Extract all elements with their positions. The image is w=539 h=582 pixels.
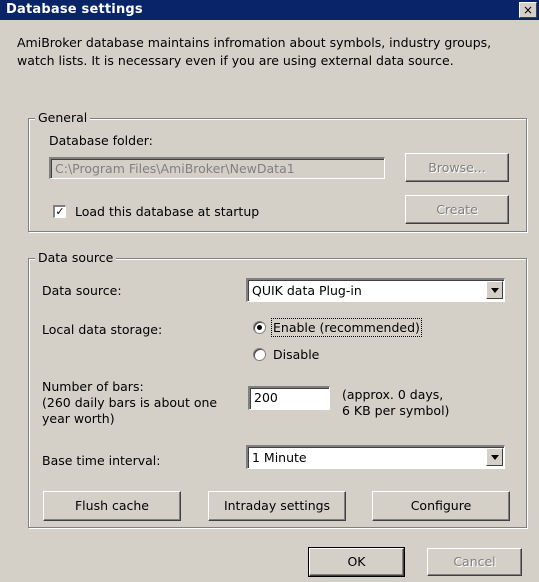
approx-line-2: 6 KB per symbol)	[342, 403, 450, 418]
cancel-button[interactable]: Cancel	[427, 548, 522, 576]
disable-radio[interactable]	[253, 348, 266, 361]
data-source-legend: Data source	[35, 250, 117, 265]
load-startup-label: Load this database at startup	[75, 204, 260, 219]
configure-button[interactable]: Configure	[372, 491, 510, 521]
disable-label[interactable]: Disable	[273, 347, 319, 362]
bars-label-line-2: (260 daily bars is about one	[42, 395, 218, 410]
database-folder-field[interactable]: C:\Program Files\AmiBroker\NewData1	[49, 157, 385, 179]
enable-radio[interactable]	[253, 321, 266, 334]
browse-button[interactable]: Browse...	[405, 153, 509, 182]
flush-cache-button[interactable]: Flush cache	[43, 491, 181, 521]
intro-text: AmiBroker database maintains infromation…	[17, 35, 492, 68]
base-interval-select[interactable]: 1 Minute	[246, 445, 505, 469]
intraday-settings-button[interactable]: Intraday settings	[208, 491, 346, 521]
data-source-group: Data source Data source: QUIK data Plug-…	[28, 250, 527, 528]
window-title: Database settings	[6, 2, 143, 17]
general-group: General Database folder: C:\Program File…	[28, 110, 527, 232]
general-legend: General	[35, 110, 91, 125]
database-folder-label: Database folder:	[49, 133, 153, 148]
local-storage-label: Local data storage:	[42, 322, 163, 337]
bars-label-line-3: year worth)	[42, 411, 115, 426]
chevron-down-icon[interactable]	[486, 281, 503, 299]
ok-button[interactable]: OK	[308, 547, 405, 577]
bars-label-line-1: Number of bars:	[42, 379, 144, 394]
number-of-bars-input[interactable]: 200	[248, 386, 330, 410]
data-source-select[interactable]: QUIK data Plug-in	[246, 278, 505, 302]
base-interval-value: 1 Minute	[252, 450, 307, 465]
base-interval-label: Base time interval:	[42, 453, 161, 468]
close-icon[interactable]: ×	[519, 2, 537, 18]
create-button[interactable]: Create	[405, 195, 509, 224]
load-startup-checkbox[interactable]: ✓	[53, 205, 66, 218]
database-settings-dialog: Database settings × AmiBroker database m…	[0, 0, 539, 582]
data-source-value: QUIK data Plug-in	[252, 283, 362, 298]
title-bar: Database settings ×	[0, 0, 539, 20]
approx-line-1: (approx. 0 days,	[342, 387, 444, 402]
data-source-label: Data source:	[42, 283, 122, 298]
enable-label[interactable]: Enable (recommended)	[271, 318, 422, 337]
chevron-down-icon[interactable]	[486, 448, 503, 466]
